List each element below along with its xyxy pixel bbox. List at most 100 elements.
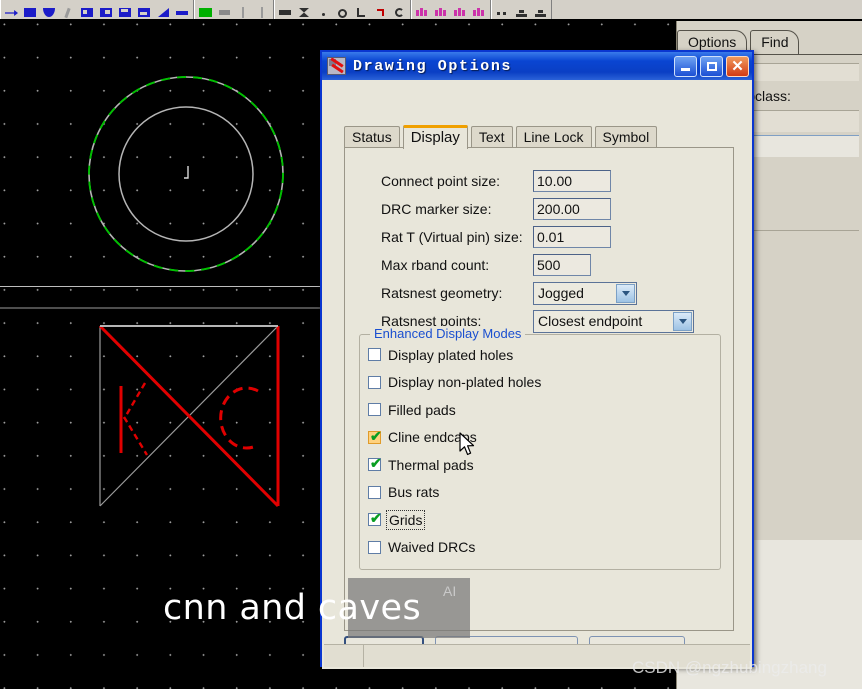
dots-icon[interactable]: [495, 6, 510, 19]
toolbar-group-2: [194, 0, 274, 19]
mouse-cursor: [459, 432, 475, 456]
window-icon[interactable]: [137, 6, 152, 19]
window-icon[interactable]: [118, 6, 133, 19]
max-rband-count-input[interactable]: 500: [533, 254, 591, 276]
checkbox-label: Waived DRCs: [388, 539, 476, 556]
checkbox-icon[interactable]: [368, 348, 381, 362]
dot-icon[interactable]: [316, 6, 331, 19]
app-icon: [327, 57, 346, 75]
toolbar-group-4: [411, 0, 491, 19]
rat-t-size-input[interactable]: 0.01: [533, 226, 611, 248]
tab-line-lock-label: Line Lock: [523, 129, 584, 145]
z-icon[interactable]: [297, 6, 312, 19]
tab-text-label: Text: [478, 129, 505, 145]
checkbox-icon[interactable]: [368, 403, 381, 417]
checkbox-icon[interactable]: ✔: [368, 456, 382, 472]
checkbox-icon[interactable]: ✔: [368, 511, 382, 527]
checkbox-thermal-pads[interactable]: ✔ Thermal pads: [360, 451, 720, 479]
rat-t-size-label: Rat T (Virtual pin) size:: [381, 229, 523, 245]
shape-icon[interactable]: [23, 6, 38, 19]
screen: Options Find ss and Subclass: n Top Draw…: [0, 0, 862, 689]
checkbox-label: Thermal pads: [388, 456, 474, 473]
drc-marker-size-input[interactable]: 200.00: [533, 198, 611, 220]
close-button[interactable]: ✕: [726, 55, 749, 77]
tab-line-lock[interactable]: Line Lock: [515, 126, 592, 148]
connect-point-size-label: Connect point size:: [381, 173, 501, 189]
checkbox-bus-rats[interactable]: Bus rats: [360, 479, 720, 507]
window-icon[interactable]: [99, 6, 114, 19]
tab-symbol-label: Symbol: [602, 129, 650, 145]
circle-icon[interactable]: [335, 6, 350, 19]
tab-find[interactable]: Find: [750, 30, 800, 55]
maximize-button[interactable]: [700, 55, 723, 77]
display-tab-panel: Connect point size: 10.00 DRC marker siz…: [344, 147, 734, 631]
chevron-down-icon[interactable]: [616, 283, 635, 303]
window-icon[interactable]: [80, 6, 95, 19]
dots-icon[interactable]: [175, 6, 190, 19]
toolbar-group-5: [491, 0, 552, 19]
checkbox-cline-endcaps[interactable]: ✔ Cline endcaps: [360, 424, 720, 452]
ratsnest-points-select[interactable]: Closest endpoint: [533, 309, 694, 333]
wave-icon[interactable]: [415, 6, 430, 19]
drc-marker-size-label: DRC marker size:: [381, 201, 492, 217]
checkbox-label: Display plated holes: [388, 346, 514, 363]
tab-options-label: Options: [688, 34, 737, 50]
checkbox-display-plated-holes[interactable]: Display plated holes: [360, 341, 720, 369]
enhanced-display-modes-title: Enhanced Display Modes: [370, 326, 526, 341]
dialog-tabstrip: Status Display Text Line Lock Symbol: [344, 124, 734, 149]
checkbox-icon[interactable]: [368, 540, 381, 554]
max-rband-count-label: Max rband count:: [381, 257, 490, 273]
tab-display[interactable]: Display: [402, 125, 468, 149]
ratsnest-geometry-value: Jogged: [538, 285, 584, 301]
dim-icon[interactable]: [278, 6, 293, 19]
checkbox-icon[interactable]: ✔: [368, 429, 382, 444]
arrow-icon[interactable]: [4, 6, 19, 19]
watermark: CSDN @ngzhubingzhang: [632, 658, 827, 677]
green-box-icon[interactable]: [198, 6, 213, 19]
app-toolbar: [0, 0, 862, 21]
cursor-icon[interactable]: [156, 6, 171, 19]
tab-text[interactable]: Text: [470, 126, 513, 148]
dialog-titlebar[interactable]: Drawing Options ✕: [322, 52, 752, 80]
curve-icon[interactable]: [392, 6, 407, 19]
tab-status[interactable]: Status: [344, 126, 400, 148]
checkbox-label: Bus rats: [388, 484, 440, 501]
stack-icon[interactable]: [514, 6, 529, 19]
checkbox-icon[interactable]: [368, 375, 381, 389]
checkbox-label: Grids: [385, 509, 426, 530]
minimize-button[interactable]: [674, 55, 697, 77]
field-list: Connect point size: 10.00 DRC marker siz…: [381, 167, 731, 335]
ruler-icon[interactable]: [217, 6, 232, 19]
dialog-title: Drawing Options: [353, 57, 513, 75]
ratsnest-geometry-select[interactable]: Jogged: [533, 281, 637, 305]
shape-icon[interactable]: [42, 6, 57, 19]
pen-icon[interactable]: [61, 6, 76, 19]
checkbox-waived-drcs[interactable]: Waived DRCs: [360, 534, 720, 562]
close-icon: ✕: [731, 57, 744, 75]
ratsnest-points-value: Closest endpoint: [538, 313, 643, 329]
stack-icon[interactable]: [533, 6, 548, 19]
checkbox-filled-pads[interactable]: Filled pads: [360, 396, 720, 424]
wave-icon[interactable]: [472, 6, 487, 19]
checkbox-display-non-plated-holes[interactable]: Display non-plated holes: [360, 369, 720, 397]
wave-icon[interactable]: [434, 6, 449, 19]
line-icon[interactable]: [236, 6, 251, 19]
angle-icon[interactable]: [373, 6, 388, 19]
tab-status-label: Status: [352, 129, 392, 145]
field-max-rband-count: Max rband count: 500: [381, 251, 731, 279]
checkbox-grids[interactable]: ✔ Grids: [360, 506, 720, 534]
tab-symbol[interactable]: Symbol: [594, 126, 658, 148]
line-icon[interactable]: [255, 6, 270, 19]
ai-badge: AI: [443, 583, 457, 599]
wave-icon[interactable]: [453, 6, 468, 19]
checkbox-icon[interactable]: [368, 485, 381, 499]
chevron-down-icon[interactable]: [673, 311, 692, 331]
tab-find-label: Find: [761, 34, 789, 50]
connect-point-size-input[interactable]: 10.00: [533, 170, 611, 192]
tab-display-label: Display: [410, 129, 460, 146]
arc-icon[interactable]: [354, 6, 369, 19]
checkbox-label: Display non-plated holes: [388, 374, 542, 391]
drawing-options-dialog: Drawing Options ✕ Status Display Text Li…: [320, 50, 754, 669]
field-rat-t-size: Rat T (Virtual pin) size: 0.01: [381, 223, 731, 251]
field-connect-point-size: Connect point size: 10.00: [381, 167, 731, 195]
